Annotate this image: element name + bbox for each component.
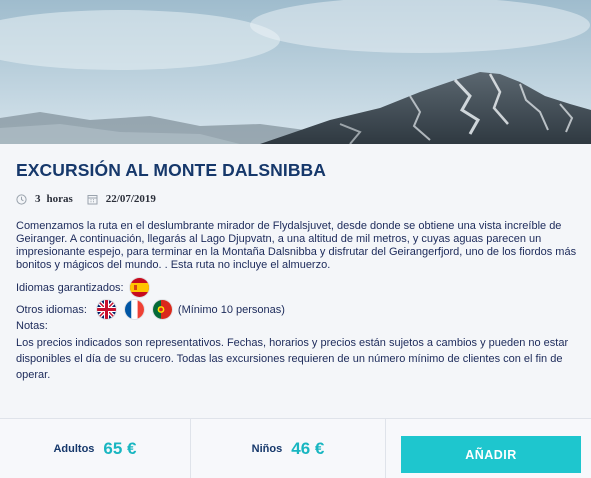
adults-price: Adultos 65 € <box>0 419 190 478</box>
excursion-date: 22/07/2019 <box>105 193 156 205</box>
calendar-icon <box>87 194 98 205</box>
other-languages: Otros idiomas: (Mínimo 10 personas) <box>16 300 285 319</box>
notes-label: Notas: <box>16 320 48 332</box>
excursion-description: Comenzamos la ruta en el deslumbrante mi… <box>16 220 577 271</box>
children-label: Niños <box>251 443 283 455</box>
portugal-flag-icon <box>152 300 172 319</box>
other-languages-label: Otros idiomas: <box>16 303 87 316</box>
pricing-footer: Adultos 65 € Niños 46 € AÑADIR <box>0 418 591 478</box>
excursion-card: EXCURSIÓN AL MONTE DALSNIBBA 3 horas 22/… <box>0 144 591 418</box>
hero-image <box>0 0 591 144</box>
children-price-value: 46 € <box>291 439 325 458</box>
guaranteed-languages: Idiomas garantizados: <box>16 278 149 297</box>
guaranteed-languages-label: Idiomas garantizados: <box>16 281 124 294</box>
france-flag-icon <box>124 300 144 319</box>
divider <box>385 419 386 478</box>
spain-flag-icon <box>129 278 149 297</box>
excursion-meta: 3 horas 22/07/2019 <box>16 192 156 206</box>
add-button[interactable]: AÑADIR <box>401 436 581 473</box>
duration-value: 3 <box>35 193 41 205</box>
other-languages-note: (Mínimo 10 personas) <box>177 303 285 316</box>
adults-label: Adultos <box>53 443 95 455</box>
children-price: Niños 46 € <box>191 419 385 478</box>
clock-icon <box>16 193 27 205</box>
mountain-illustration <box>0 0 591 144</box>
adults-price-value: 65 € <box>103 439 137 458</box>
excursion-title: EXCURSIÓN AL MONTE DALSNIBBA <box>16 160 327 180</box>
duration-unit: horas <box>46 193 73 205</box>
uk-flag-icon <box>96 300 116 319</box>
notes-text: Los precios indicados son representativo… <box>16 337 569 381</box>
